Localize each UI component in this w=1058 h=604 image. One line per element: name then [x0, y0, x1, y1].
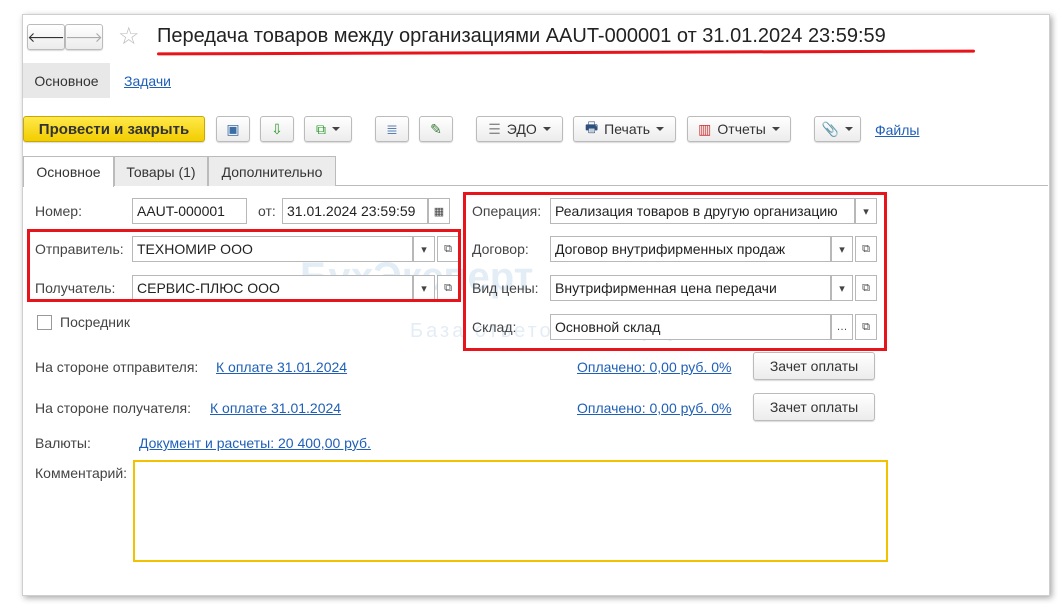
sender-side-label: На стороне отправителя: [35, 359, 199, 375]
post-and-close-button[interactable]: Провести и закрыть [23, 116, 205, 142]
reports-icon: ▥ [698, 120, 712, 137]
comment-label: Комментарий: [35, 465, 128, 481]
files-link[interactable]: Файлы [875, 122, 919, 138]
number-label: Номер: [35, 203, 82, 219]
intermediary-checkbox[interactable] [37, 315, 52, 330]
attach-button[interactable]: 📎 [814, 116, 861, 142]
highlight-parties [27, 229, 461, 302]
comment-field[interactable] [133, 460, 888, 562]
journal-icon[interactable]: ≣ [375, 116, 409, 142]
receiver-offset-button[interactable]: Зачет оплаты [753, 393, 875, 421]
post-icon[interactable]: ⇩ [260, 116, 294, 142]
edo-button[interactable]: ☰ ЭДО [476, 116, 563, 142]
currency-link[interactable]: Документ и расчеты: 20 400,00 руб. [139, 435, 371, 451]
print-button[interactable]: 🖶 Печать [573, 116, 676, 142]
sender-paid-link[interactable]: Оплачено: 0,00 руб. 0% [577, 359, 731, 375]
forward-button[interactable]: 🡒 [65, 24, 103, 50]
highlight-operation [463, 192, 887, 351]
receiver-side-label: На стороне получателя: [35, 400, 192, 416]
nav-tab-tasks[interactable]: Задачи [124, 73, 171, 89]
date-label: от: [258, 203, 276, 219]
receiver-payment-link[interactable]: К оплате 31.01.2024 [210, 400, 341, 416]
currency-label: Валюты: [35, 435, 91, 451]
intermediary-label: Посредник [60, 314, 130, 330]
paperclip-icon: 📎 [821, 120, 840, 137]
edit-history-icon[interactable]: ✎ [419, 116, 453, 142]
back-button[interactable]: 🡐 [27, 24, 65, 50]
save-icon[interactable]: ▣ [216, 116, 250, 142]
tab-main[interactable]: Основное [23, 156, 114, 187]
page-title: Передача товаров между организациями AAU… [157, 25, 886, 47]
reports-label: Отчеты [717, 121, 766, 137]
sender-payment-link[interactable]: К оплате 31.01.2024 [216, 359, 347, 375]
tab-additional[interactable]: Дополнительно [208, 156, 336, 186]
edo-label: ЭДО [506, 121, 537, 137]
sender-offset-button[interactable]: Зачет оплаты [753, 352, 875, 380]
calendar-icon[interactable]: ▦ [428, 198, 450, 224]
favorite-star-icon[interactable]: ☆ [118, 22, 140, 51]
reports-button[interactable]: ▥ Отчеты [687, 116, 791, 142]
receiver-paid-link[interactable]: Оплачено: 0,00 руб. 0% [577, 400, 731, 416]
edo-icon: ☰ [488, 120, 501, 137]
create-based-on-icon[interactable]: ⧉ [304, 116, 352, 142]
tab-goods[interactable]: Товары (1) [114, 156, 208, 186]
print-label: Печать [604, 121, 651, 137]
number-field[interactable]: AAUT-000001 [132, 198, 247, 224]
date-field[interactable]: 31.01.2024 23:59:59 [282, 198, 428, 224]
printer-icon: 🖶 [584, 119, 599, 135]
nav-tab-main[interactable]: Основное [23, 63, 110, 98]
